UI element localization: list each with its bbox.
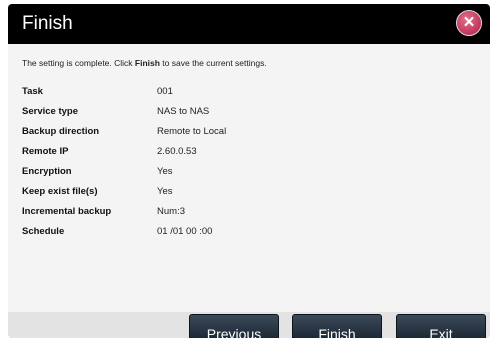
row-value: 2.60.0.53 <box>157 146 197 157</box>
dialog-title: Finish <box>22 13 73 34</box>
row-label: Encryption <box>22 166 72 177</box>
row-label: Service type <box>22 106 78 117</box>
intro-text-start: The setting is complete. Click <box>22 58 135 68</box>
row-value: Num:3 <box>157 206 185 217</box>
intro-text: The setting is complete. Click Finish to… <box>22 58 267 68</box>
row-value: Yes <box>157 166 173 177</box>
row-label: Keep exist file(s) <box>22 186 98 197</box>
exit-button[interactable]: Exit <box>396 314 486 338</box>
intro-text-finish: Finish <box>134 58 160 68</box>
finish-button[interactable]: Finish <box>292 314 382 338</box>
previous-button[interactable]: Previous <box>189 314 279 338</box>
row-label: Remote IP <box>22 146 69 157</box>
row-value: 01 /01 00 :00 <box>157 226 213 237</box>
title-bar: Finish × <box>8 4 490 44</box>
row-value: 001 <box>157 86 173 97</box>
row-value: Yes <box>157 186 173 197</box>
row-label: Backup direction <box>22 126 100 137</box>
finish-dialog: Finish × The setting is complete. Click … <box>8 4 490 338</box>
close-icon[interactable]: × <box>456 10 482 36</box>
row-value: Remote to Local <box>157 126 227 137</box>
row-label: Task <box>22 86 43 97</box>
row-label: Schedule <box>22 226 65 237</box>
row-label: Incremental backup <box>22 206 112 217</box>
intro-text-end: to save the current settings. <box>159 58 267 68</box>
row-value: NAS to NAS <box>157 106 210 117</box>
